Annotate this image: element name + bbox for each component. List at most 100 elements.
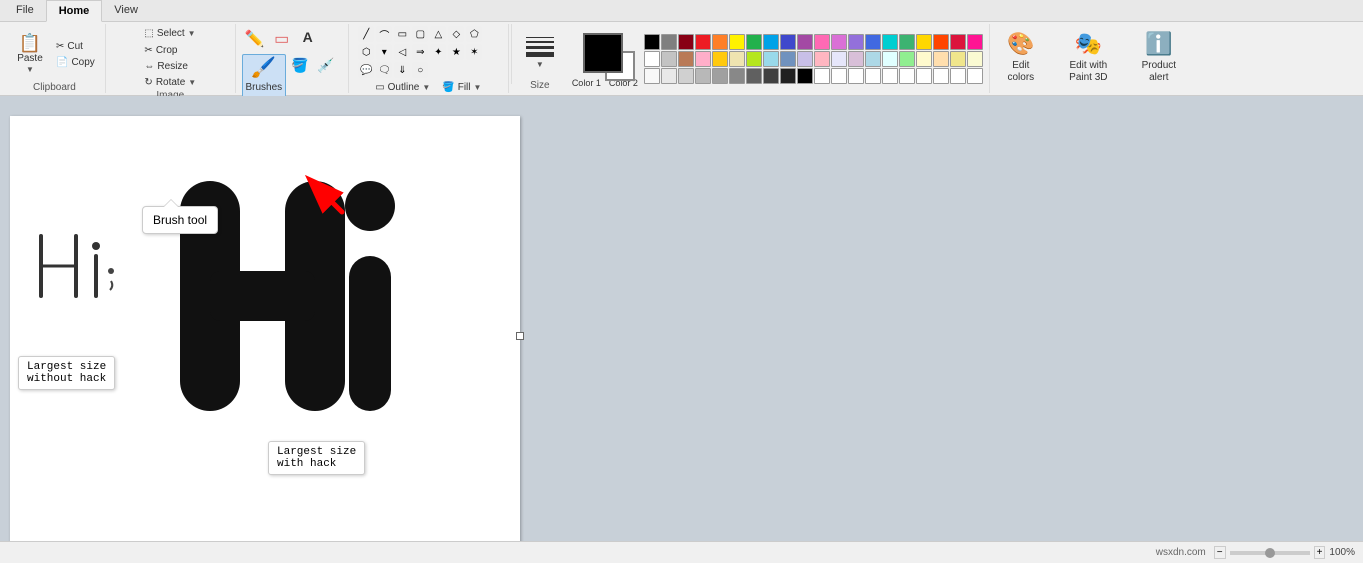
shape-darrow[interactable]: ⇓ bbox=[394, 62, 410, 78]
shape-line1[interactable]: ╱ bbox=[358, 26, 374, 42]
size-button[interactable]: ▼ bbox=[518, 26, 562, 80]
swatch-white7[interactable] bbox=[882, 68, 898, 84]
shape-star5[interactable]: ★ bbox=[448, 44, 464, 60]
swatch-amber[interactable] bbox=[712, 51, 728, 67]
swatch-cream[interactable] bbox=[729, 51, 745, 67]
shape-rtriangle[interactable]: ◁ bbox=[394, 44, 410, 60]
swatch-cyan[interactable] bbox=[763, 34, 779, 50]
select-button[interactable]: ⬚ Select ▼ bbox=[140, 26, 199, 41]
swatch-white10[interactable] bbox=[933, 68, 949, 84]
swatch-orange[interactable] bbox=[712, 34, 728, 50]
shape-roundrect[interactable]: ▢ bbox=[412, 26, 428, 42]
cut-button[interactable]: ✂ Cut bbox=[52, 39, 99, 54]
zoom-out-button[interactable]: − bbox=[1214, 546, 1226, 559]
shape-callout1[interactable]: 💬 bbox=[358, 62, 374, 78]
swatch-white5[interactable] bbox=[848, 68, 864, 84]
swatch-lightgolden[interactable] bbox=[967, 51, 983, 67]
product-alert-button[interactable]: ℹ️ Product alert bbox=[1129, 28, 1189, 86]
fill-button[interactable]: 🪣 bbox=[288, 54, 312, 77]
swatch-red[interactable] bbox=[695, 34, 711, 50]
paste-button[interactable]: 📋 Paste ▼ bbox=[10, 26, 50, 82]
edit-paint3d-button[interactable]: 🎭 Edit with Paint 3D bbox=[1056, 28, 1121, 86]
swatch-yellow[interactable] bbox=[729, 34, 745, 50]
shape-rect[interactable]: ▭ bbox=[394, 26, 410, 42]
swatch-lightgray2[interactable] bbox=[678, 68, 694, 84]
swatch-gold[interactable] bbox=[916, 34, 932, 50]
rotate-button[interactable]: ↻ Rotate ▼ bbox=[140, 75, 200, 90]
swatch-white8[interactable] bbox=[899, 68, 915, 84]
swatch-lavender2[interactable] bbox=[831, 51, 847, 67]
resize-button[interactable]: ⇔ Resize bbox=[140, 59, 200, 74]
shape-star6[interactable]: ✶ bbox=[466, 44, 482, 60]
shape-callout2[interactable]: 🗨 bbox=[376, 62, 392, 78]
swatch-purple[interactable] bbox=[797, 34, 813, 50]
swatch-gray[interactable] bbox=[661, 34, 677, 50]
swatch-mediumpurple[interactable] bbox=[848, 34, 864, 50]
swatch-crimson[interactable] bbox=[950, 34, 966, 50]
swatch-lightpink[interactable] bbox=[695, 51, 711, 67]
swatch-white4[interactable] bbox=[831, 68, 847, 84]
tab-file[interactable]: File bbox=[4, 0, 46, 21]
edit-colors-button[interactable]: 🎨 Edit colors bbox=[994, 28, 1048, 86]
eraser-button[interactable]: ▭ bbox=[270, 26, 294, 52]
swatch-turquoise[interactable] bbox=[882, 34, 898, 50]
swatch-green[interactable] bbox=[746, 34, 762, 50]
swatch-steelblue[interactable] bbox=[780, 51, 796, 67]
shape-hexagon[interactable]: ⬡ bbox=[358, 44, 374, 60]
swatch-lightblue[interactable] bbox=[763, 51, 779, 67]
shape-ellipse[interactable]: ○ bbox=[412, 62, 428, 78]
swatch-lightgray[interactable] bbox=[661, 51, 677, 67]
text-button[interactable]: A bbox=[296, 26, 320, 48]
swatch-darkgray[interactable] bbox=[746, 68, 762, 84]
swatch-khaki[interactable] bbox=[950, 51, 966, 67]
swatch-lavender[interactable] bbox=[797, 51, 813, 67]
swatch-gray4[interactable] bbox=[729, 68, 745, 84]
paint-canvas[interactable]: Largest sizewithout hack Largest sizewit… bbox=[10, 116, 520, 541]
swatch-medgreen[interactable] bbox=[899, 34, 915, 50]
zoom-thumb[interactable] bbox=[1265, 548, 1275, 558]
crop-button[interactable]: ✂ Crop bbox=[140, 43, 200, 58]
swatch-lemon[interactable] bbox=[916, 51, 932, 67]
swatch-white2[interactable] bbox=[644, 68, 660, 84]
shape-more[interactable]: ▾ bbox=[376, 44, 392, 60]
shape-line2[interactable]: ⌒ bbox=[376, 26, 392, 42]
swatch-white11[interactable] bbox=[950, 68, 966, 84]
swatch-brown[interactable] bbox=[678, 51, 694, 67]
tab-view[interactable]: View bbox=[102, 0, 150, 21]
swatch-royalblue[interactable] bbox=[865, 34, 881, 50]
swatch-white12[interactable] bbox=[967, 68, 983, 84]
fill-shape-button[interactable]: 🪣 Fill ▼ bbox=[438, 80, 485, 95]
swatch-lightgreen[interactable] bbox=[899, 51, 915, 67]
swatch-blue[interactable] bbox=[780, 34, 796, 50]
shape-diamond[interactable]: ◇ bbox=[448, 26, 464, 42]
shape-star4[interactable]: ✦ bbox=[430, 44, 446, 60]
swatch-thistle[interactable] bbox=[848, 51, 864, 67]
swatch-navajo[interactable] bbox=[933, 51, 949, 67]
swatch-lightblue2[interactable] bbox=[865, 51, 881, 67]
swatch-nearwhite[interactable] bbox=[661, 68, 677, 84]
color1-box[interactable] bbox=[583, 33, 623, 73]
swatch-orangered[interactable] bbox=[933, 34, 949, 50]
swatch-pink[interactable] bbox=[814, 34, 830, 50]
swatch-lime[interactable] bbox=[746, 51, 762, 67]
swatch-gray3[interactable] bbox=[712, 68, 728, 84]
swatch-darkred[interactable] bbox=[678, 34, 694, 50]
pencil-button[interactable]: ✏️ bbox=[242, 26, 268, 52]
tab-home[interactable]: Home bbox=[46, 0, 103, 22]
picker-button[interactable]: 💉 bbox=[314, 54, 338, 77]
swatch-black[interactable] bbox=[644, 34, 660, 50]
swatch-black2[interactable] bbox=[797, 68, 813, 84]
zoom-in-button[interactable]: + bbox=[1314, 546, 1326, 559]
swatch-white9[interactable] bbox=[916, 68, 932, 84]
swatch-white[interactable] bbox=[644, 51, 660, 67]
zoom-slider[interactable] bbox=[1230, 551, 1310, 555]
swatch-nearblack[interactable] bbox=[780, 68, 796, 84]
swatch-lightcyan[interactable] bbox=[882, 51, 898, 67]
swatch-darkgray2[interactable] bbox=[763, 68, 779, 84]
shape-pentagon[interactable]: ⬠ bbox=[466, 26, 482, 42]
swatch-orchid[interactable] bbox=[831, 34, 847, 50]
handle-right[interactable] bbox=[516, 332, 524, 340]
swatch-deeppink[interactable] bbox=[967, 34, 983, 50]
copy-button[interactable]: 📄 Copy bbox=[52, 55, 99, 70]
swatch-lightpink2[interactable] bbox=[814, 51, 830, 67]
